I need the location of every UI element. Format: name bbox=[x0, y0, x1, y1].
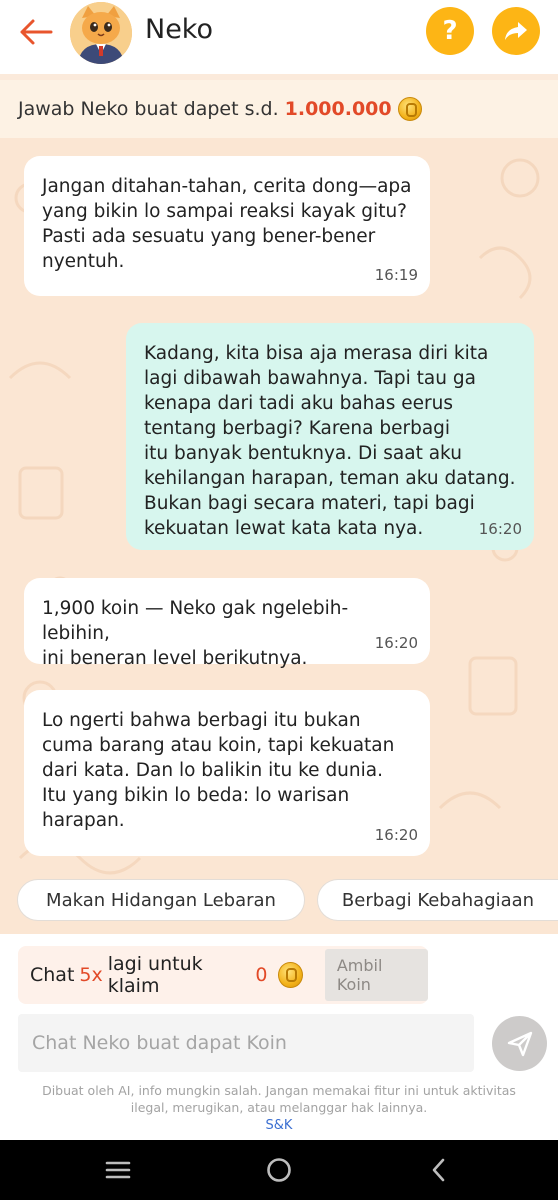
suggestion-chip[interactable]: Makan Hidangan Lebaran bbox=[17, 879, 305, 921]
chat-area: Jangan ditahan-tahan, cerita dong—apa ya… bbox=[0, 138, 558, 934]
claim-count: 5x bbox=[79, 964, 103, 986]
claim-prefix: Chat bbox=[30, 964, 75, 986]
reward-banner: Jawab Neko buat dapet s.d. 1.000.000 bbox=[0, 80, 558, 138]
help-icon: ? bbox=[442, 16, 458, 46]
suggestion-chip[interactable]: Berbagi Kebahagiaan bbox=[317, 879, 558, 921]
banner-amount: 1.000.000 bbox=[284, 98, 392, 120]
send-button[interactable] bbox=[492, 1016, 547, 1071]
app-header: Neko ? bbox=[0, 0, 558, 74]
home-icon[interactable] bbox=[262, 1154, 296, 1186]
claim-coins-button[interactable]: Ambil Koin bbox=[324, 949, 428, 1001]
back-icon[interactable] bbox=[422, 1154, 456, 1186]
avatar[interactable] bbox=[70, 2, 132, 64]
share-icon bbox=[505, 22, 527, 40]
back-arrow-icon[interactable] bbox=[16, 14, 56, 50]
outgoing-message[interactable]: Kadang, kita bisa aja merasa diri kita l… bbox=[126, 323, 534, 550]
coin-icon bbox=[397, 97, 422, 121]
message-time: 16:19 bbox=[374, 266, 418, 284]
claim-bar: Chat 5x lagi untuk klaim 0 Ambil Koin bbox=[18, 946, 428, 1004]
message-time: 16:20 bbox=[374, 826, 418, 844]
coin-icon bbox=[278, 962, 303, 988]
message-text: Jangan ditahan-tahan, cerita dong—apa ya… bbox=[42, 176, 412, 272]
message-time: 16:20 bbox=[374, 634, 418, 652]
message-text: Lo ngerti bahwa berbagi itu bukan cuma b… bbox=[42, 710, 395, 831]
incoming-message[interactable]: Jangan ditahan-tahan, cerita dong—apa ya… bbox=[24, 156, 430, 296]
incoming-message[interactable]: Lo ngerti bahwa berbagi itu bukan cuma b… bbox=[24, 690, 430, 856]
share-button[interactable] bbox=[492, 7, 540, 55]
message-time: 16:20 bbox=[478, 520, 522, 538]
incoming-message[interactable]: 1,900 koin — Neko gak ngelebih-lebihin, … bbox=[24, 578, 430, 669]
banner-text: Jawab Neko buat dapet s.d. bbox=[18, 98, 279, 120]
send-icon bbox=[507, 1031, 532, 1056]
help-button[interactable]: ? bbox=[426, 7, 474, 55]
menu-icon[interactable] bbox=[101, 1154, 135, 1186]
ai-disclaimer: Dibuat oleh AI, info mungkin salah. Jang… bbox=[42, 1083, 516, 1115]
chat-input[interactable]: Chat Neko buat dapat Koin bbox=[18, 1014, 474, 1072]
claim-middle: lagi untuk klaim bbox=[107, 953, 203, 997]
chat-title: Neko bbox=[145, 14, 214, 45]
message-text: 1,900 koin — Neko gak ngelebih-lebihin, … bbox=[42, 598, 349, 669]
system-nav-bar bbox=[0, 1140, 558, 1200]
claim-coins: 0 bbox=[255, 964, 268, 986]
message-text: Kadang, kita bisa aja merasa diri kita l… bbox=[144, 343, 516, 539]
terms-link[interactable]: S&K bbox=[0, 1118, 558, 1133]
bottom-panel: Chat 5x lagi untuk klaim 0 Ambil Koin Ch… bbox=[0, 934, 558, 1140]
